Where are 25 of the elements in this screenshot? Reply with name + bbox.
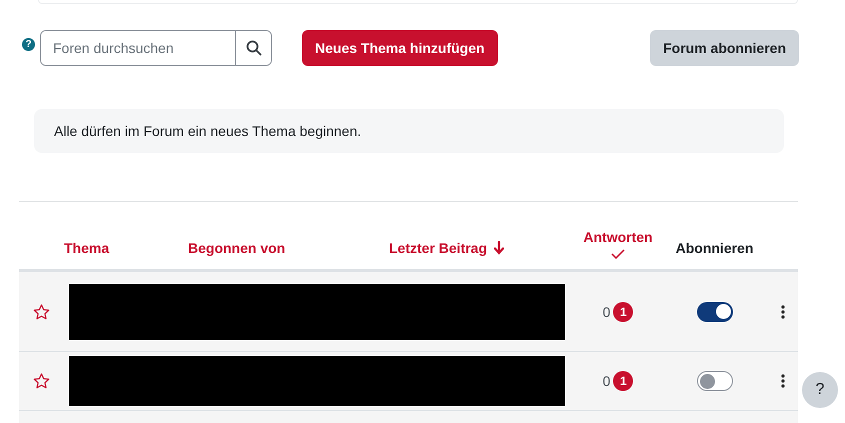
- column-header[interactable]: Thema: [64, 240, 110, 256]
- column-header: Abonnieren: [676, 240, 754, 256]
- help-button[interactable]: ?: [802, 372, 838, 408]
- star-icon[interactable]: [33, 373, 50, 389]
- check-icon: [611, 249, 625, 259]
- reply-count: 0: [602, 304, 610, 320]
- column-header[interactable]: Begonnen von: [188, 240, 286, 256]
- subscribe-toggle[interactable]: [696, 371, 732, 391]
- help-icon[interactable]: ?: [22, 38, 35, 51]
- subscribe-forum-button[interactable]: Forum abonnieren: [650, 30, 799, 66]
- subscribe-toggle[interactable]: [696, 302, 732, 322]
- search-button[interactable]: [235, 31, 271, 65]
- more-icon[interactable]: [781, 374, 785, 388]
- star-icon[interactable]: [33, 304, 50, 320]
- unread-badge[interactable]: 1: [613, 371, 634, 391]
- reply-count: 0: [602, 373, 610, 389]
- column-header[interactable]: Letzter Beitrag: [389, 240, 488, 256]
- arrow-down-icon: [494, 241, 504, 255]
- new-topic-button[interactable]: Neues Thema hinzufügen: [302, 30, 498, 66]
- notice-text: Alle dürfen im Forum ein neues Thema beginnen.: [54, 123, 362, 139]
- column-header[interactable]: Antworten: [583, 229, 653, 245]
- search-field[interactable]: Foren durchsuchen: [40, 30, 272, 66]
- unread-badge[interactable]: 1: [613, 302, 634, 322]
- more-icon[interactable]: [781, 304, 785, 318]
- search-icon: [246, 40, 262, 56]
